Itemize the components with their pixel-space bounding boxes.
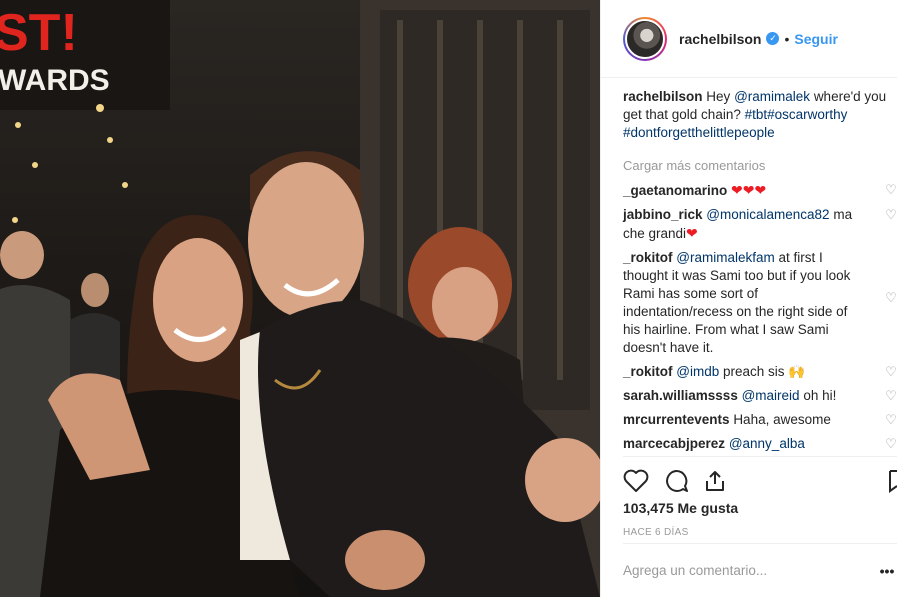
photo-illustration: ST! WARDS <box>0 0 600 597</box>
header-username[interactable]: rachelbilson <box>679 31 761 47</box>
post-timestamp: HACE 6 DÍAS <box>623 527 689 538</box>
post-header: rachelbilson ✓ • Seguir <box>601 0 897 78</box>
like-comment-heart-icon[interactable]: ♡ <box>884 437 897 451</box>
comment-username[interactable]: _gaetanomarino <box>623 183 727 198</box>
comments-section: rachelbilson Hey @ramimalek where'd you … <box>623 88 897 459</box>
add-comment-input[interactable] <box>623 563 877 578</box>
caption-username[interactable]: rachelbilson <box>623 89 703 104</box>
comment-item: _rokitof @imdb preach sis 🙌 ♡ <box>623 363 897 381</box>
hashtag-link[interactable]: #dontforgetthelittlepeople <box>623 125 775 140</box>
add-comment-bar: ••• <box>623 543 897 597</box>
comment-item: sarah.williamssss @maireid oh hi! ♡ <box>623 387 897 405</box>
comment-username[interactable]: _rokitof <box>623 250 673 265</box>
like-comment-heart-icon[interactable]: ♡ <box>884 365 897 379</box>
caption-text: Hey <box>706 89 731 104</box>
comment-mention[interactable]: @monicalamenca82 <box>706 207 829 222</box>
comment-mention[interactable]: @ramimalekfam <box>676 250 774 265</box>
load-more-comments-button[interactable]: Cargar más comentarios <box>623 158 897 173</box>
verified-badge-icon: ✓ <box>766 32 780 45</box>
comment-item: mrcurrentevents Haha, awesome ♡ <box>623 411 897 429</box>
hashtag-link[interactable]: #oscarworthy <box>767 107 847 122</box>
share-upload-icon[interactable] <box>703 469 727 493</box>
more-options-icon[interactable]: ••• <box>877 563 897 579</box>
sign-line-2: WARDS <box>0 64 110 97</box>
comment-username[interactable]: _rokitof <box>623 364 673 379</box>
like-comment-heart-icon[interactable]: ♡ <box>884 389 897 403</box>
separator-dot: • <box>784 30 790 47</box>
post-photo[interactable]: ST! WARDS <box>0 0 600 597</box>
comment-item: jabbino_rick @monicalamenca82 ma che gra… <box>623 206 897 243</box>
like-comment-heart-icon[interactable]: ♡ <box>884 183 897 197</box>
comment-mention[interactable]: @maireid <box>742 388 800 403</box>
comment-username[interactable]: sarah.williamssss <box>623 388 738 403</box>
comment-text: oh hi! <box>803 388 837 403</box>
red-heart-emoji-icon: ❤ <box>686 225 698 241</box>
comment-username[interactable]: mrcurrentevents <box>623 412 730 427</box>
sign-line-1: ST! <box>0 4 78 62</box>
like-comment-heart-icon[interactable]: ♡ <box>884 413 897 427</box>
likes-count[interactable]: 103,475 Me gusta <box>623 500 738 516</box>
like-comment-heart-icon[interactable]: ♡ <box>884 291 897 305</box>
avatar[interactable] <box>623 16 667 61</box>
comment-item: _gaetanomarino ❤❤❤ ♡ <box>623 181 897 200</box>
comment-username[interactable]: jabbino_rick <box>623 207 703 222</box>
follow-button[interactable]: Seguir <box>794 31 838 47</box>
red-heart-emoji-icon: ❤❤❤ <box>731 182 767 198</box>
comment-mention[interactable]: @imdb <box>676 364 719 379</box>
comment-bubble-icon[interactable] <box>663 469 689 493</box>
hashtag-link[interactable]: #tbt <box>745 107 768 122</box>
comment-username[interactable]: marcecabjperez <box>623 436 725 451</box>
post-actions-bar <box>623 456 897 504</box>
like-comment-heart-icon[interactable]: ♡ <box>884 208 897 222</box>
comment-text: Haha, awesome <box>733 412 831 427</box>
post-side-panel: rachelbilson ✓ • Seguir rachelbilson Hey… <box>600 0 897 597</box>
comment-item: _rokitof @ramimalekfam at first I though… <box>623 249 897 357</box>
caption-mention[interactable]: @ramimalek <box>734 89 810 104</box>
comment-item: marcecabjperez @anny_alba ♡ <box>623 435 897 453</box>
comment-mention[interactable]: @anny_alba <box>729 436 805 451</box>
raised-hands-emoji-icon: 🙌 <box>788 364 806 379</box>
comment-text: at first I thought it was Sami too but i… <box>623 250 851 355</box>
comment-text: preach sis <box>723 364 785 379</box>
like-heart-icon[interactable] <box>623 469 649 493</box>
caption: rachelbilson Hey @ramimalek where'd you … <box>623 88 891 142</box>
save-bookmark-icon[interactable] <box>889 469 897 493</box>
